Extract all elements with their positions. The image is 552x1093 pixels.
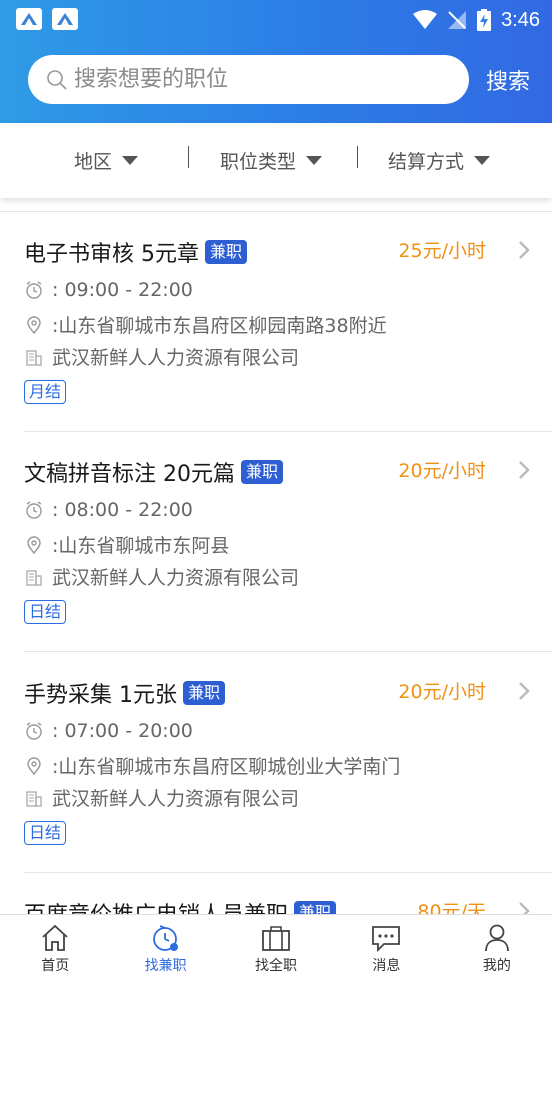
- tab-full-time[interactable]: 找全职: [221, 915, 331, 981]
- home-icon: [42, 924, 68, 951]
- job-company-row: 武汉新鲜人人力资源有限公司: [24, 343, 299, 370]
- job-type-badge: 兼职: [205, 240, 248, 264]
- notification-app-icon: [16, 8, 42, 30]
- clock-icon: [26, 501, 42, 519]
- search-input[interactable]: [74, 67, 454, 92]
- job-location-row: :山东省聊城市东阿县: [24, 531, 229, 558]
- job-card[interactable]: 百度竞价推广电销人员兼职 兼职 80元/天: [24, 873, 552, 1093]
- job-time-row: : 08:00 - 22:00: [24, 499, 193, 521]
- job-salary: 20元/小时: [398, 681, 486, 703]
- card-divider: [24, 651, 552, 652]
- settlement-tag: 月结: [24, 380, 67, 404]
- job-salary: 20元/小时: [398, 460, 486, 482]
- chevron-right-icon: [519, 682, 530, 700]
- tab-part-time[interactable]: 找兼职: [110, 915, 220, 981]
- filter-label: 结算方式: [388, 151, 465, 173]
- job-card[interactable]: 文稿拼音标注 20元篇 兼职 20元/小时 : 08:00 - 22:00 :山…: [24, 432, 552, 652]
- job-company: 武汉新鲜人人力资源有限公司: [52, 788, 300, 810]
- filter-label: 职位类型: [220, 151, 297, 173]
- no-signal-icon: [448, 11, 467, 29]
- tab-label: 消息: [372, 958, 401, 974]
- job-company-row: 武汉新鲜人人力资源有限公司: [24, 563, 299, 590]
- job-company: 武汉新鲜人人力资源有限公司: [52, 347, 300, 369]
- tab-messages[interactable]: 消息: [331, 915, 441, 981]
- caret-down-icon: [474, 156, 491, 165]
- part-time-icon: [152, 925, 178, 951]
- location-pin-icon: [27, 535, 41, 554]
- job-time-row: : 09:00 - 22:00: [24, 279, 193, 301]
- building-icon: [26, 790, 42, 807]
- filter-label: 地区: [74, 151, 113, 173]
- message-icon: [372, 926, 401, 953]
- location-pin-icon: [27, 315, 41, 334]
- building-icon: [26, 349, 42, 366]
- job-company: 武汉新鲜人人力资源有限公司: [52, 567, 300, 589]
- tab-label: 首页: [41, 958, 70, 974]
- clock-icon: [26, 281, 42, 299]
- job-location: :山东省聊城市东阿县: [52, 535, 230, 557]
- settlement-tag: 日结: [24, 600, 67, 624]
- tab-home[interactable]: 首页: [0, 915, 110, 981]
- job-location-row: :山东省聊城市东昌府区聊城创业大学南门: [24, 752, 400, 779]
- status-bar: 3:46: [0, 0, 552, 40]
- clock-icon: [26, 722, 42, 740]
- job-location: :山东省聊城市东昌府区聊城创业大学南门: [52, 756, 401, 778]
- chevron-right-icon: [519, 461, 530, 479]
- status-time: 3:46: [501, 8, 540, 31]
- job-type-badge: 兼职: [183, 681, 226, 705]
- location-pin-icon: [27, 756, 41, 775]
- filter-divider: [357, 146, 358, 168]
- job-title: 文稿拼音标注 20元篇: [24, 462, 235, 487]
- tab-label: 我的: [482, 958, 511, 974]
- app-header: 3:46 搜索: [0, 0, 552, 123]
- job-time-row: : 07:00 - 20:00: [24, 720, 193, 742]
- job-location: :山东省聊城市东昌府区柳园南路38附近: [52, 315, 387, 337]
- settlement-tag: 日结: [24, 821, 67, 845]
- tab-label: 找兼职: [144, 958, 187, 974]
- job-company-row: 武汉新鲜人人力资源有限公司: [24, 784, 299, 811]
- job-card[interactable]: 手势采集 1元张 兼职 20元/小时 : 07:00 - 20:00 :山东省聊…: [24, 653, 552, 873]
- job-salary: 25元/小时: [398, 240, 486, 262]
- search-icon: [47, 69, 67, 90]
- job-card[interactable]: 电子书审核 5元章 兼职 25元/小时 : 09:00 - 22:00 :山东省…: [24, 212, 552, 432]
- filter-settlement[interactable]: 结算方式: [388, 147, 491, 174]
- job-title: 手势采集 1元张: [24, 683, 177, 708]
- caret-down-icon: [306, 156, 323, 165]
- job-title: 电子书审核 5元章: [24, 242, 199, 267]
- job-time: : 09:00 - 22:00: [52, 279, 193, 301]
- job-time: : 07:00 - 20:00: [52, 720, 193, 742]
- tab-profile[interactable]: 我的: [442, 915, 552, 981]
- search-button[interactable]: 搜索: [486, 64, 530, 96]
- caret-down-icon: [122, 156, 139, 165]
- filter-job-type[interactable]: 职位类型: [220, 147, 323, 174]
- job-location-row: :山东省聊城市东昌府区柳园南路38附近: [24, 311, 387, 338]
- search-box[interactable]: [28, 55, 469, 104]
- notification-app-icon: [52, 8, 78, 30]
- chevron-right-icon: [519, 241, 530, 259]
- building-icon: [26, 569, 42, 586]
- filter-bar: 地区 职位类型 结算方式: [0, 123, 552, 198]
- battery-charging-icon: [477, 9, 492, 31]
- job-time: : 08:00 - 22:00: [52, 499, 193, 521]
- filter-region[interactable]: 地区: [74, 147, 139, 174]
- tab-label: 找全职: [255, 958, 298, 974]
- bottom-tab-bar: 首页 找兼职 找全职 消息 我的: [0, 914, 552, 981]
- briefcase-icon: [262, 926, 290, 951]
- wifi-icon: [413, 10, 438, 29]
- user-icon: [484, 924, 509, 952]
- filter-divider: [188, 146, 189, 168]
- job-type-badge: 兼职: [241, 460, 284, 484]
